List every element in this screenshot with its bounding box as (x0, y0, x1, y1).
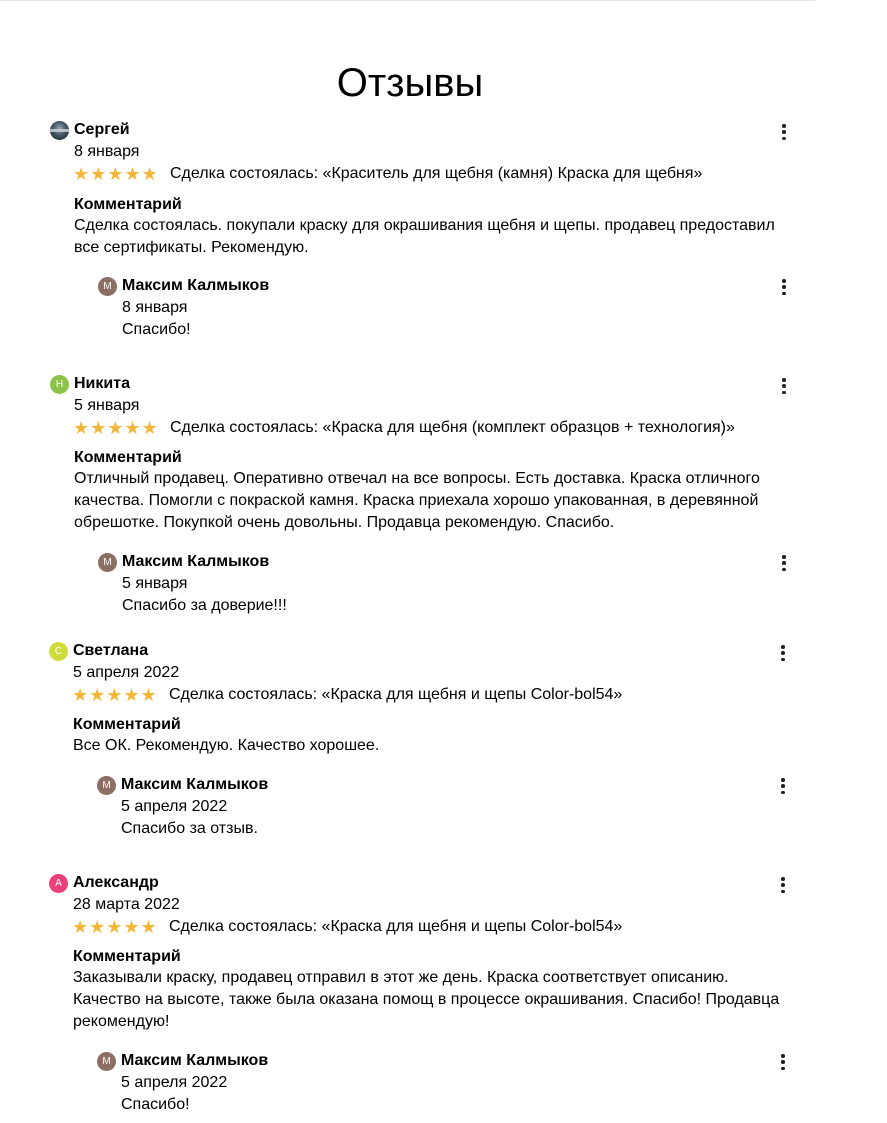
more-options-icon[interactable] (778, 377, 790, 395)
review-author[interactable]: Александр (73, 873, 159, 893)
review-date: 8 января (74, 143, 140, 160)
reply-author[interactable]: Максим Калмыков (122, 552, 269, 572)
rating-stars: ★★★★★ (73, 164, 159, 184)
review-card: А Александр 28 марта 2022 ★★★★★ Сделка с… (0, 872, 887, 1113)
reply-more-options-icon[interactable] (777, 1053, 789, 1071)
avatar[interactable]: С (49, 642, 68, 661)
reply-avatar[interactable]: М (98, 277, 117, 296)
reply-avatar[interactable]: М (97, 776, 116, 795)
review-date: 28 марта 2022 (73, 896, 180, 913)
comment-label: Комментарий (73, 948, 181, 965)
avatar[interactable]: Н (50, 375, 69, 394)
deal-status: Сделка состоялась: «Краска для щебня (ко… (170, 419, 735, 436)
more-options-icon[interactable] (777, 876, 789, 894)
review-card: Н Никита 5 января ★★★★★ Сделка состоялас… (0, 372, 887, 614)
comment-text: Отличный продавец. Оперативно отвечал на… (74, 470, 760, 531)
rating-stars: ★★★★★ (72, 685, 158, 705)
comment-label: Комментарий (74, 449, 182, 466)
reply-author[interactable]: Максим Калмыков (122, 276, 269, 296)
review-author[interactable]: Никита (74, 374, 130, 394)
page-title: Отзывы (336, 60, 484, 105)
reply-text: Спасибо! (122, 321, 191, 338)
comment-label: Комментарий (73, 716, 181, 733)
review-card: С Светлана 5 апреля 2022 ★★★★★ Сделка со… (0, 640, 887, 837)
reply-avatar[interactable]: М (98, 553, 117, 572)
reply-more-options-icon[interactable] (777, 777, 789, 795)
review-author[interactable]: Сергей (74, 120, 130, 140)
reply-more-options-icon[interactable] (778, 278, 790, 296)
deal-status: Сделка состоялась: «Краска для щебня и щ… (169, 686, 623, 703)
reply-text: Спасибо! (121, 1096, 190, 1113)
avatar[interactable] (50, 121, 69, 140)
reply-date: 5 апреля 2022 (121, 1074, 228, 1091)
reply-more-options-icon[interactable] (778, 554, 790, 572)
comment-text: Сделка состоялась. покупали краску для о… (74, 217, 775, 256)
reply-date: 5 января (122, 575, 188, 592)
reply-text: Спасибо за доверие!!! (122, 597, 287, 614)
review-date: 5 января (74, 397, 140, 414)
reply-author[interactable]: Максим Калмыков (121, 775, 268, 795)
reply-date: 8 января (122, 299, 188, 316)
reply-text: Спасибо за отзыв. (121, 820, 258, 837)
review-author[interactable]: Светлана (73, 641, 148, 661)
reply-avatar[interactable]: М (97, 1052, 116, 1071)
rating-stars: ★★★★★ (73, 418, 159, 438)
top-divider (0, 0, 815, 1)
review-card: Сергей 8 января ★★★★★ Сделка состоялась:… (0, 118, 887, 338)
more-options-icon[interactable] (777, 644, 789, 662)
comment-label: Комментарий (74, 196, 182, 213)
deal-status: Сделка состоялась: «Краска для щебня и щ… (169, 918, 623, 935)
comment-text: Все ОК. Рекомендую. Качество хорошее. (73, 737, 380, 754)
deal-status: Сделка состоялась: «Краситель для щебня … (170, 165, 703, 182)
reply-date: 5 апреля 2022 (121, 798, 228, 815)
more-options-icon[interactable] (778, 123, 790, 141)
rating-stars: ★★★★★ (72, 917, 158, 937)
review-date: 5 апреля 2022 (73, 664, 180, 681)
avatar[interactable]: А (49, 874, 68, 893)
comment-text: Заказывали краску, продавец отправил в э… (73, 969, 780, 1030)
reply-author[interactable]: Максим Калмыков (121, 1051, 268, 1071)
